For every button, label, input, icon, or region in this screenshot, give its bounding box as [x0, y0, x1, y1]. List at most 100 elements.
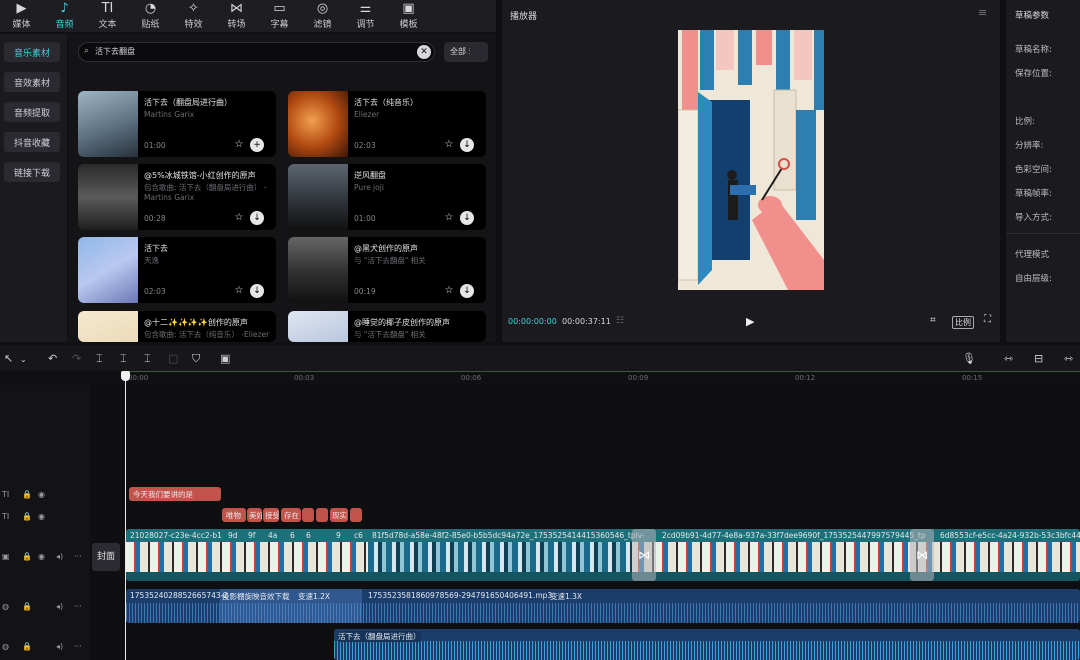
menu-icon[interactable]: ≡: [978, 6, 987, 19]
tab-adjust[interactable]: ⚌ 调节: [344, 0, 387, 32]
lock-icon[interactable]: 🔒: [22, 490, 32, 499]
snap-icon[interactable]: ⊟: [1034, 352, 1043, 365]
music-card[interactable]: 逆风翻盘 Pure joji 01:00 ☆ ↓: [288, 164, 486, 230]
redo-icon[interactable]: ↷: [72, 352, 81, 365]
shield-icon[interactable]: ⛉: [192, 352, 200, 366]
image-icon[interactable]: ▣: [220, 352, 230, 365]
download-icon[interactable]: ↓: [250, 211, 264, 225]
volume-icon[interactable]: ◂): [56, 642, 63, 651]
lock-icon[interactable]: 🔒: [22, 512, 32, 521]
subtitle-clip[interactable]: 现实: [330, 508, 348, 522]
download-icon[interactable]: ↓: [460, 284, 474, 298]
cover-thumbnail: [78, 237, 138, 303]
text-clip[interactable]: 今天我们要讲的是: [129, 487, 221, 501]
more-icon[interactable]: ···: [74, 552, 82, 561]
playhead-handle[interactable]: [121, 371, 130, 381]
transition-icon[interactable]: ⋈: [632, 529, 656, 581]
subtitle-clip[interactable]: [350, 508, 362, 522]
favorite-star-icon[interactable]: ☆: [442, 211, 456, 225]
subtitle-clip[interactable]: 美好: [247, 508, 262, 522]
time-ruler[interactable]: [0, 371, 1080, 385]
search-input[interactable]: 活下去翻盘: [78, 42, 435, 62]
nav-link-download[interactable]: 链接下载: [4, 162, 60, 182]
split-icon[interactable]: ⌶: [96, 352, 103, 366]
download-icon[interactable]: ↓: [250, 284, 264, 298]
microphone-icon[interactable]: 🎙: [962, 352, 976, 365]
favorite-star-icon[interactable]: ☆: [232, 211, 246, 225]
chain-icon[interactable]: ⇿: [1064, 352, 1073, 365]
filter-button[interactable]: 全部 ⫶: [444, 42, 488, 62]
favorite-star-icon[interactable]: ☆: [232, 284, 246, 298]
add-icon[interactable]: +: [250, 138, 264, 152]
music-card[interactable]: @黑犬创作的原声 与 "活下去翻盘" 相关 00:19 ☆ ↓: [288, 237, 486, 303]
video-track-clips[interactable]: 21028027-c23e-4cc2-b1 9d 9f 4a 6 6 9 c6 …: [126, 529, 1080, 581]
tab-transition[interactable]: ⋈ 转场: [215, 0, 258, 32]
clear-search-icon[interactable]: ✕: [417, 45, 431, 59]
music-card[interactable]: @睡觉的椰子皮创作的原声 与 "活下去翻盘" 相关: [288, 311, 486, 342]
total-timecode: 00:00:37:11: [562, 317, 611, 326]
nav-douyin-favorites[interactable]: 抖音收藏: [4, 132, 60, 152]
chevron-down-icon[interactable]: ⌄: [20, 355, 27, 364]
tab-text[interactable]: TI 文本: [86, 0, 129, 32]
volume-icon[interactable]: ◂): [56, 552, 63, 561]
download-icon[interactable]: ↓: [460, 138, 474, 152]
screenshot-icon[interactable]: ⌗: [930, 315, 936, 326]
playhead[interactable]: [125, 371, 126, 660]
tab-sticker[interactable]: ◔ 贴纸: [129, 0, 172, 32]
undo-icon[interactable]: ↶: [48, 352, 57, 365]
eye-icon[interactable]: ◉: [38, 490, 45, 499]
favorite-star-icon[interactable]: ☆: [442, 138, 456, 152]
music-card[interactable]: 活下去（纯音乐） Eliezer 02:03 ☆ ↓: [288, 91, 486, 157]
music-clip[interactable]: 活下去（翻盘局进行曲）: [334, 629, 1080, 660]
transition-icon: ⋈: [230, 1, 243, 16]
audio-track-icon: ◍: [2, 602, 9, 611]
timeline-grid-icon[interactable]: ☷: [616, 316, 624, 326]
delete-icon[interactable]: ▢: [168, 352, 178, 365]
transition-icon[interactable]: ⋈: [910, 529, 934, 581]
nav-music-library[interactable]: 音乐素材: [4, 42, 60, 62]
tab-effects[interactable]: ✧ 特效: [172, 0, 215, 32]
subtitle-clip[interactable]: [316, 508, 328, 522]
eye-icon[interactable]: ◉: [38, 512, 45, 521]
tab-filter[interactable]: ◎ 滤镜: [301, 0, 344, 32]
tab-captions[interactable]: ▭ 字幕: [258, 0, 301, 32]
more-icon[interactable]: ···: [74, 642, 82, 651]
video-preview[interactable]: [678, 30, 824, 290]
select-cursor-icon[interactable]: ↖: [4, 352, 13, 365]
favorite-star-icon[interactable]: ☆: [442, 284, 456, 298]
panel-title: 草稿参数: [1015, 11, 1050, 21]
ruler-tick: 00:00: [128, 374, 149, 382]
lock-icon[interactable]: 🔒: [22, 642, 32, 651]
music-card[interactable]: @十二✨✨✨✨创作的原声 包含歌曲: 活下去（纯音乐） -Eliezer: [78, 311, 276, 342]
eye-icon[interactable]: ◉: [38, 552, 45, 561]
cover-thumbnail: [288, 311, 348, 342]
nav-sound-effects[interactable]: 音效素材: [4, 72, 60, 92]
cover-button[interactable]: 封面: [92, 543, 120, 571]
favorite-star-icon[interactable]: ☆: [232, 138, 246, 152]
music-card[interactable]: @5%冰城铁馆-小红创作的原声 包含歌曲: 活下去（翻盘局进行曲） - Mart…: [78, 164, 276, 230]
volume-icon[interactable]: ◂): [56, 602, 63, 611]
fullscreen-icon[interactable]: ⛶: [984, 314, 991, 325]
subtitle-clip[interactable]: 唯物: [222, 508, 246, 522]
tab-template[interactable]: ▣ 模板: [387, 0, 430, 32]
nav-audio-extract[interactable]: 音频提取: [4, 102, 60, 122]
cover-thumbnail: [78, 91, 138, 157]
subtitle-clip[interactable]: 存在: [281, 508, 301, 522]
download-icon[interactable]: ↓: [460, 211, 474, 225]
split-right-icon[interactable]: ⌶: [144, 352, 151, 366]
subtitle-clip[interactable]: [302, 508, 314, 522]
link-icon[interactable]: ⇿: [1004, 352, 1013, 365]
tab-audio[interactable]: ♪ 音频: [43, 0, 86, 32]
split-left-icon[interactable]: ⌶: [120, 352, 127, 366]
lock-icon[interactable]: 🔒: [22, 602, 32, 611]
music-card[interactable]: 活下去（翻盘局进行曲） Martins Garix 01:00 ☆ +: [78, 91, 276, 157]
more-icon[interactable]: ···: [74, 602, 82, 611]
subtitle-clip[interactable]: 接受: [263, 508, 279, 522]
music-card[interactable]: 活下去 天逸 02:03 ☆ ↓: [78, 237, 276, 303]
audio-track-clips[interactable]: 1753524028852665743-2 投影棚旋映音效下载 变速1.2X 1…: [126, 589, 1080, 623]
top-toolbar: ▶ 媒体 ♪ 音频 TI 文本 ◔ 贴纸 ✧ 特效 ⋈ 转场 ▭ 字幕 ◎ 滤镜 ⚌ 调节 ▣ 模板: [0, 0, 496, 32]
tab-media[interactable]: ▶ 媒体: [0, 0, 43, 32]
lock-icon[interactable]: 🔒: [22, 552, 32, 561]
play-icon[interactable]: ▶: [746, 315, 754, 328]
ratio-button[interactable]: 比例: [952, 316, 974, 329]
